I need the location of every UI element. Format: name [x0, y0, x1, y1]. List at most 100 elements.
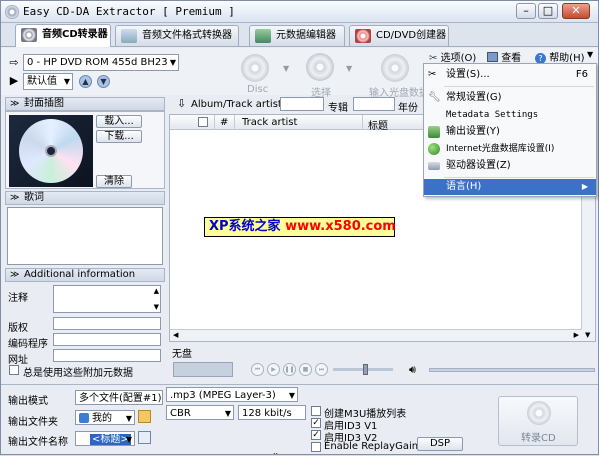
encoder-field[interactable]	[53, 333, 161, 346]
column-title[interactable]: 标题	[368, 117, 388, 132]
next-track-icon[interactable]: ⏭	[315, 363, 328, 376]
replaygain-checkbox[interactable]	[311, 442, 321, 452]
disc-burn-icon	[355, 29, 371, 43]
tab-cd-ripper[interactable]: 音频CD转录器	[15, 24, 111, 47]
menu-view[interactable]: 查看	[487, 49, 521, 64]
seek-bar[interactable]	[429, 368, 595, 372]
prev-track-icon[interactable]: ⏮	[251, 363, 264, 376]
format-select[interactable]: .mp3 (MPEG Layer-3) ▼	[166, 387, 298, 402]
encoder-label: 编码程序	[8, 339, 48, 350]
preset-down-icon[interactable]: ▼	[97, 75, 110, 88]
collapse-chevron-icon: ≫	[10, 270, 20, 280]
clear-cover-button[interactable]: 清除	[96, 175, 132, 188]
stop-icon[interactable]: ■	[299, 363, 312, 376]
watermark-site-name: XP系统之家	[209, 219, 286, 234]
minimize-button[interactable]: –	[516, 3, 536, 19]
always-add-checkbox[interactable]	[9, 365, 19, 375]
cover-art-title: 封面插图	[24, 98, 64, 109]
close-button[interactable]: ✕	[562, 3, 590, 19]
menu-item-output-settings[interactable]: 输出设置(Y)	[424, 124, 596, 140]
browse-folder-icon[interactable]	[138, 410, 151, 423]
column-number[interactable]: #	[220, 117, 228, 128]
lyrics-header[interactable]: ≫ 歌词	[5, 191, 165, 205]
output-folder-select[interactable]: 我的 ▼	[75, 410, 135, 425]
scroll-left-icon[interactable]: ◀	[173, 331, 178, 339]
menu-help[interactable]: ? 帮助(H)	[535, 49, 585, 64]
cover-art-header[interactable]: ≫ 封面插图	[5, 97, 165, 111]
tab-cd-dvd-creator[interactable]: CD/DVD创建器	[349, 25, 449, 46]
bitrate-select[interactable]: 128 kbit/s	[238, 405, 306, 420]
load-cover-button[interactable]: 载入...	[96, 115, 142, 128]
select-tracks-icon[interactable]	[306, 53, 334, 81]
download-cover-button[interactable]: 下载...	[96, 130, 142, 143]
cd-icon	[21, 28, 37, 42]
menu-item-label: 常规设置(G)	[446, 92, 502, 103]
id3v1-checkbox[interactable]: ✓	[311, 418, 321, 428]
play-icon[interactable]: ▶	[267, 363, 280, 376]
menu-item-metadata-settings[interactable]: Metadata Settings	[424, 107, 596, 123]
menu-item-language[interactable]: 语言(H) ▶	[424, 179, 596, 195]
help-dropdown-icon[interactable]: ▼	[587, 50, 593, 59]
id3v2-checkbox[interactable]: ✓	[311, 430, 321, 440]
watermark-banner: XP系统之家 www.x580.com	[204, 217, 396, 237]
menu-shortcut: F6	[575, 69, 588, 80]
preset-select[interactable]: 默认值 ▼	[23, 73, 73, 90]
menu-divider	[444, 177, 594, 178]
maximize-button[interactable]: □	[538, 3, 558, 19]
tab-metadata-editor[interactable]: 元数据编辑器	[249, 25, 345, 46]
options-menu: ✂ 设置(S)... F6 🔧︎ 常规设置(G) Metadata Settin…	[423, 63, 597, 197]
menu-item-label: 语言(H)	[446, 181, 482, 192]
preset-up-icon[interactable]: ▲	[79, 75, 92, 88]
tab-label: 音频文件格式转换器	[142, 30, 232, 41]
additional-info-header[interactable]: ≫ Additional information	[5, 268, 165, 282]
url-field[interactable]	[53, 349, 161, 362]
cover-image	[9, 115, 93, 187]
album-artist-label: Album/Track artists	[191, 99, 288, 110]
menu-options[interactable]: ✂ 选项(O)	[429, 49, 476, 64]
rip-cd-label: 转录CD	[521, 433, 556, 444]
comment-field[interactable]: ▲ ▼	[53, 285, 161, 313]
disc-dropdown-icon[interactable]: ▼	[283, 64, 289, 73]
lyrics-textarea[interactable]	[7, 207, 163, 265]
select-dropdown-icon[interactable]: ▼	[346, 64, 352, 73]
menu-item-internet-db-settings[interactable]: Internet光盘数据库设置(I)	[424, 141, 596, 157]
output-folder-value: 我的	[92, 413, 112, 424]
disc-icon[interactable]	[241, 54, 269, 82]
filename-editor-icon[interactable]	[138, 431, 151, 444]
scroll-down-icon[interactable]: ▼	[585, 331, 590, 339]
tab-audio-converter[interactable]: 音频文件格式转换器	[115, 25, 239, 46]
wrench-icon: 🔧︎	[428, 92, 441, 103]
rip-cd-button[interactable]: 转录CD	[498, 396, 578, 446]
input-disc-data-icon[interactable]	[381, 54, 409, 82]
title-bar: Easy CD-DA Extractor [ Premium ] – □ ✕	[1, 1, 598, 23]
disc-status: 无盘	[172, 349, 192, 360]
scroll-down-icon[interactable]: ▼	[154, 303, 159, 311]
album-field[interactable]	[353, 97, 395, 111]
output-filename-select[interactable]: <标题> ▼	[75, 431, 135, 446]
copyright-field[interactable]	[53, 317, 161, 330]
speaker-icon[interactable]: 🔊︎	[409, 363, 416, 377]
drive-select-value: 0 - HP DVD ROM 455d BH23	[27, 57, 168, 68]
vertical-scrollbar[interactable]: ▼	[581, 176, 595, 341]
menu-item-label: 输出设置(Y)	[446, 126, 500, 137]
menu-item-general-settings[interactable]: 🔧︎ 常规设置(G)	[424, 90, 596, 106]
horizontal-scrollbar[interactable]: ◀ ▶	[170, 329, 582, 341]
rate-mode-select[interactable]: CBR ▼	[166, 405, 234, 420]
column-track-artist[interactable]: Track artist	[242, 117, 297, 128]
dsp-button[interactable]: DSP	[417, 437, 463, 451]
output-mode-label: 输出模式	[8, 396, 48, 407]
scroll-up-icon[interactable]: ▲	[154, 287, 159, 295]
menu-item-drive-settings[interactable]: 驱动器设置(Z)	[424, 158, 596, 174]
pause-icon[interactable]: ❚❚	[283, 363, 296, 376]
scroll-right-icon[interactable]: ▶	[574, 331, 579, 339]
cd-disc-icon	[19, 119, 83, 183]
view-grid-icon	[487, 52, 498, 62]
volume-slider-handle[interactable]	[363, 364, 368, 375]
menu-item-settings[interactable]: ✂ 设置(S)... F6	[424, 67, 596, 83]
m3u-checkbox[interactable]	[311, 406, 321, 416]
drive-select[interactable]: 0 - HP DVD ROM 455d BH23 ▼	[23, 54, 179, 71]
output-mode-select[interactable]: 多个文件(配置#1)	[75, 390, 163, 405]
replaygain-label: Enable ReplayGain	[324, 441, 419, 452]
select-all-checkbox[interactable]	[198, 117, 208, 127]
album-artist-field[interactable]	[280, 97, 324, 111]
